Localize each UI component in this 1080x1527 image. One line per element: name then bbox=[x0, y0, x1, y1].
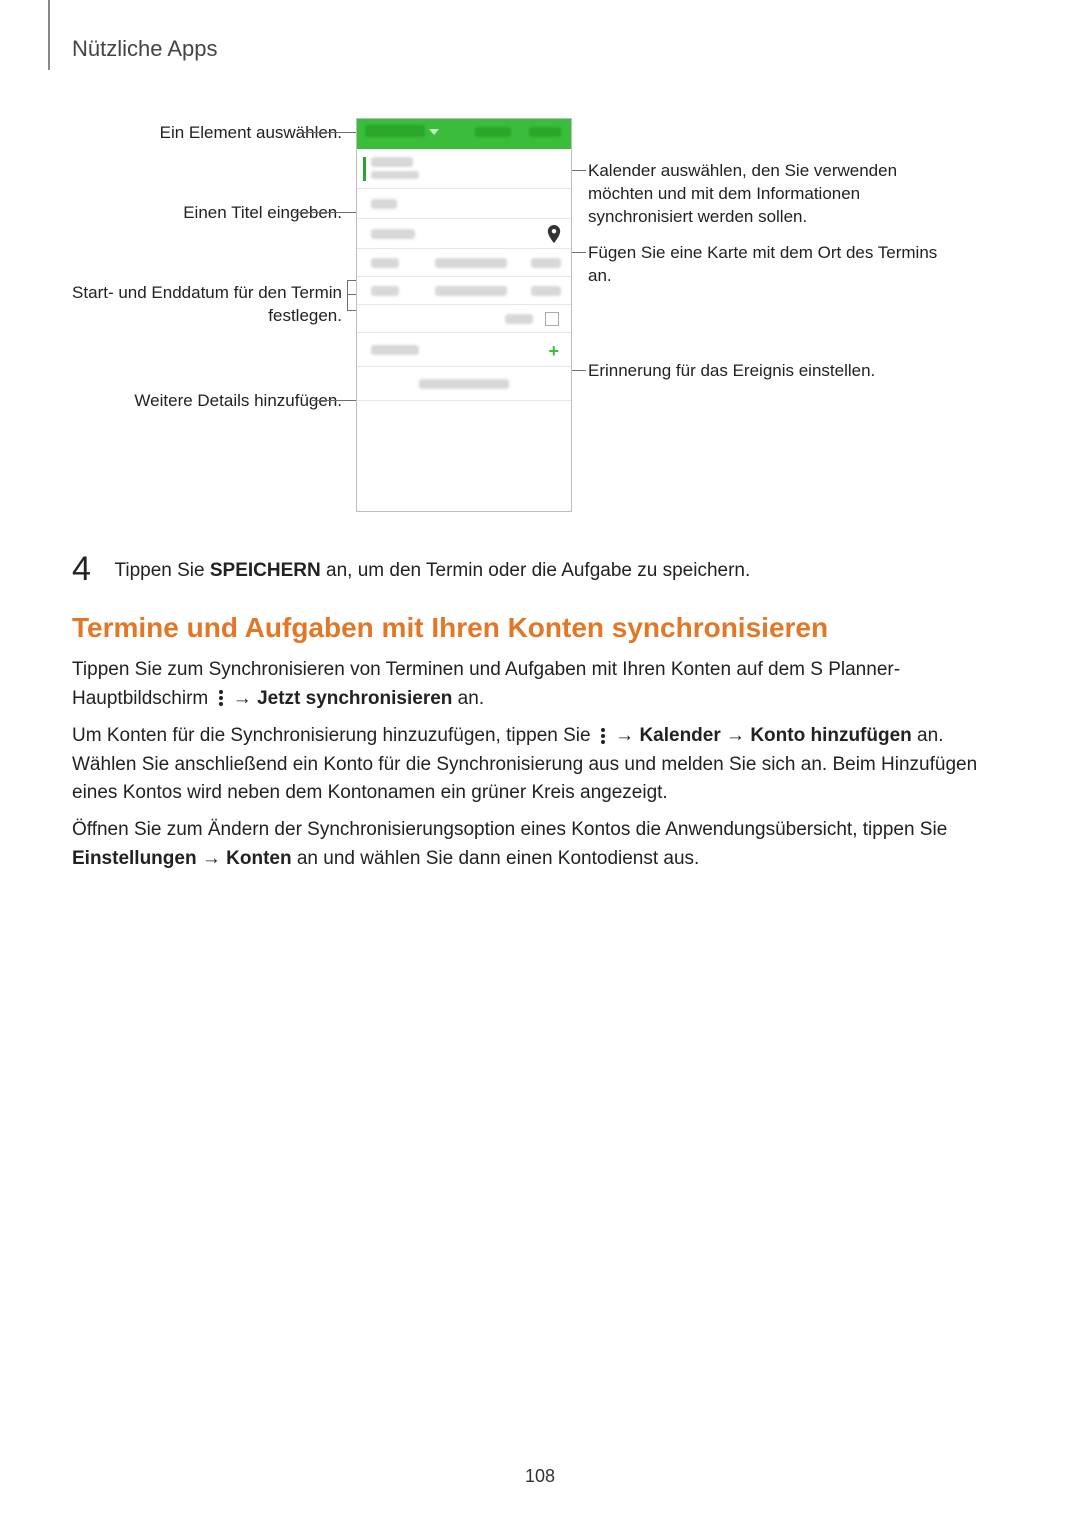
end-time-blur bbox=[531, 286, 561, 296]
more-options-icon bbox=[596, 727, 610, 745]
callout-choose-calendar: Kalender auswählen, den Sie verwenden mö… bbox=[588, 160, 948, 229]
step-text: Tippen Sie SPEICHERN an, um den Termin o… bbox=[108, 550, 750, 582]
more-options-icon bbox=[214, 689, 228, 707]
end-label-blur bbox=[371, 286, 399, 296]
phone-mockup: + bbox=[356, 118, 572, 512]
manual-page: Nützliche Apps Ein Element auswählen. Ei… bbox=[0, 0, 1080, 1527]
p3-c: Konten bbox=[226, 848, 291, 869]
all-day-row bbox=[357, 305, 571, 333]
more-options-row bbox=[357, 367, 571, 401]
callout-add-map: Fügen Sie eine Karte mit dem Ort des Ter… bbox=[588, 242, 948, 288]
calendar-select-row bbox=[357, 149, 571, 189]
callout-set-reminder: Erinnerung für das Ereignis einstellen. bbox=[588, 360, 968, 383]
start-time-blur bbox=[531, 258, 561, 268]
p2-b: Kalender bbox=[639, 725, 720, 746]
callout-add-details: Weitere Details hinzufügen. bbox=[72, 390, 342, 413]
callout-line bbox=[570, 252, 586, 253]
p1-c: an. bbox=[452, 688, 484, 709]
step-number: 4 bbox=[72, 550, 104, 589]
step-text-post: an, um den Termin oder die Aufgabe zu sp… bbox=[321, 560, 751, 581]
header-vertical-rule bbox=[48, 0, 50, 70]
calendar-color-bar bbox=[363, 157, 366, 181]
end-date-row bbox=[357, 277, 571, 305]
start-label-blur bbox=[371, 258, 399, 268]
p2-a: Um Konten für die Synchronisierung hinzu… bbox=[72, 725, 596, 746]
callout-line bbox=[347, 280, 348, 310]
more-options-blur bbox=[419, 379, 509, 389]
calendar-sub-blur bbox=[371, 171, 419, 179]
p1-b: Jetzt synchronisieren bbox=[257, 688, 452, 709]
reminder-row: + bbox=[357, 333, 571, 367]
callout-line bbox=[570, 370, 586, 371]
location-placeholder-blur bbox=[371, 229, 415, 239]
cancel-label-blur bbox=[475, 127, 511, 137]
callout-line bbox=[302, 132, 360, 133]
callout-set-dates: Start- und Enddatum für den Termin festl… bbox=[72, 282, 342, 328]
section-heading: Termine und Aufgaben mit Ihren Konten sy… bbox=[72, 612, 828, 644]
step-text-bold: SPEICHERN bbox=[210, 560, 321, 581]
p1-arrow: → bbox=[228, 688, 258, 709]
title-placeholder-blur bbox=[371, 199, 397, 209]
callout-select-element: Ein Element auswählen. bbox=[72, 122, 342, 145]
step-4: 4 Tippen Sie SPEICHERN an, um den Termin… bbox=[72, 550, 1002, 589]
all-day-checkbox bbox=[545, 312, 559, 326]
location-pin-icon bbox=[547, 225, 561, 243]
location-input-row bbox=[357, 219, 571, 249]
reminder-label-blur bbox=[371, 345, 419, 355]
dropdown-caret-icon bbox=[429, 129, 439, 135]
p3-arrow: → bbox=[197, 848, 227, 869]
step-text-pre: Tippen Sie bbox=[114, 560, 209, 581]
p3-d: an und wählen Sie dann einen Kontodienst… bbox=[292, 848, 700, 869]
p1-a: Tippen Sie zum Synchronisieren von Termi… bbox=[72, 659, 900, 709]
callout-line bbox=[294, 212, 362, 213]
p2-c: Konto hinzufügen bbox=[750, 725, 911, 746]
annotated-screenshot-diagram: Ein Element auswählen. Einen Titel einge… bbox=[72, 118, 1008, 518]
callout-enter-title: Einen Titel eingeben. bbox=[72, 202, 342, 225]
title-input-row bbox=[357, 189, 571, 219]
end-date-blur bbox=[435, 286, 507, 296]
page-number: 108 bbox=[0, 1466, 1080, 1487]
p2-arrow1: → bbox=[610, 725, 640, 746]
start-date-row bbox=[357, 249, 571, 277]
callout-line bbox=[570, 170, 586, 171]
section-title: Nützliche Apps bbox=[72, 36, 218, 62]
paragraph-2: Um Konten für die Synchronisierung hinzu… bbox=[72, 722, 1002, 808]
calendar-name-blur bbox=[371, 157, 413, 167]
p3-a: Öffnen Sie zum Ändern der Synchronisieru… bbox=[72, 819, 947, 840]
add-reminder-plus-icon: + bbox=[548, 341, 559, 362]
p2-arrow2: → bbox=[721, 725, 751, 746]
start-date-blur bbox=[435, 258, 507, 268]
paragraph-3: Öffnen Sie zum Ändern der Synchronisieru… bbox=[72, 816, 1002, 873]
phone-header-bar bbox=[357, 119, 571, 149]
save-label-blur bbox=[529, 127, 561, 137]
paragraph-1: Tippen Sie zum Synchronisieren von Termi… bbox=[72, 656, 1002, 713]
add-event-label-blur bbox=[365, 125, 425, 137]
p3-b: Einstellungen bbox=[72, 848, 197, 869]
all-day-label-blur bbox=[505, 314, 533, 324]
callout-line bbox=[312, 400, 362, 401]
